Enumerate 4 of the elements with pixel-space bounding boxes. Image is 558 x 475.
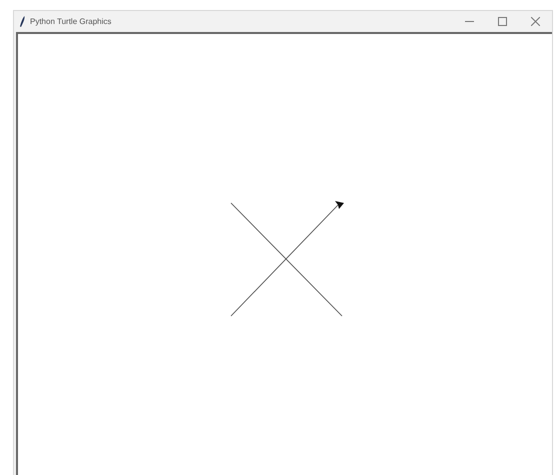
- maximize-icon: [498, 17, 507, 26]
- window-title: Python Turtle Graphics: [30, 17, 112, 26]
- close-icon: [531, 17, 540, 26]
- feather-icon: [20, 16, 25, 27]
